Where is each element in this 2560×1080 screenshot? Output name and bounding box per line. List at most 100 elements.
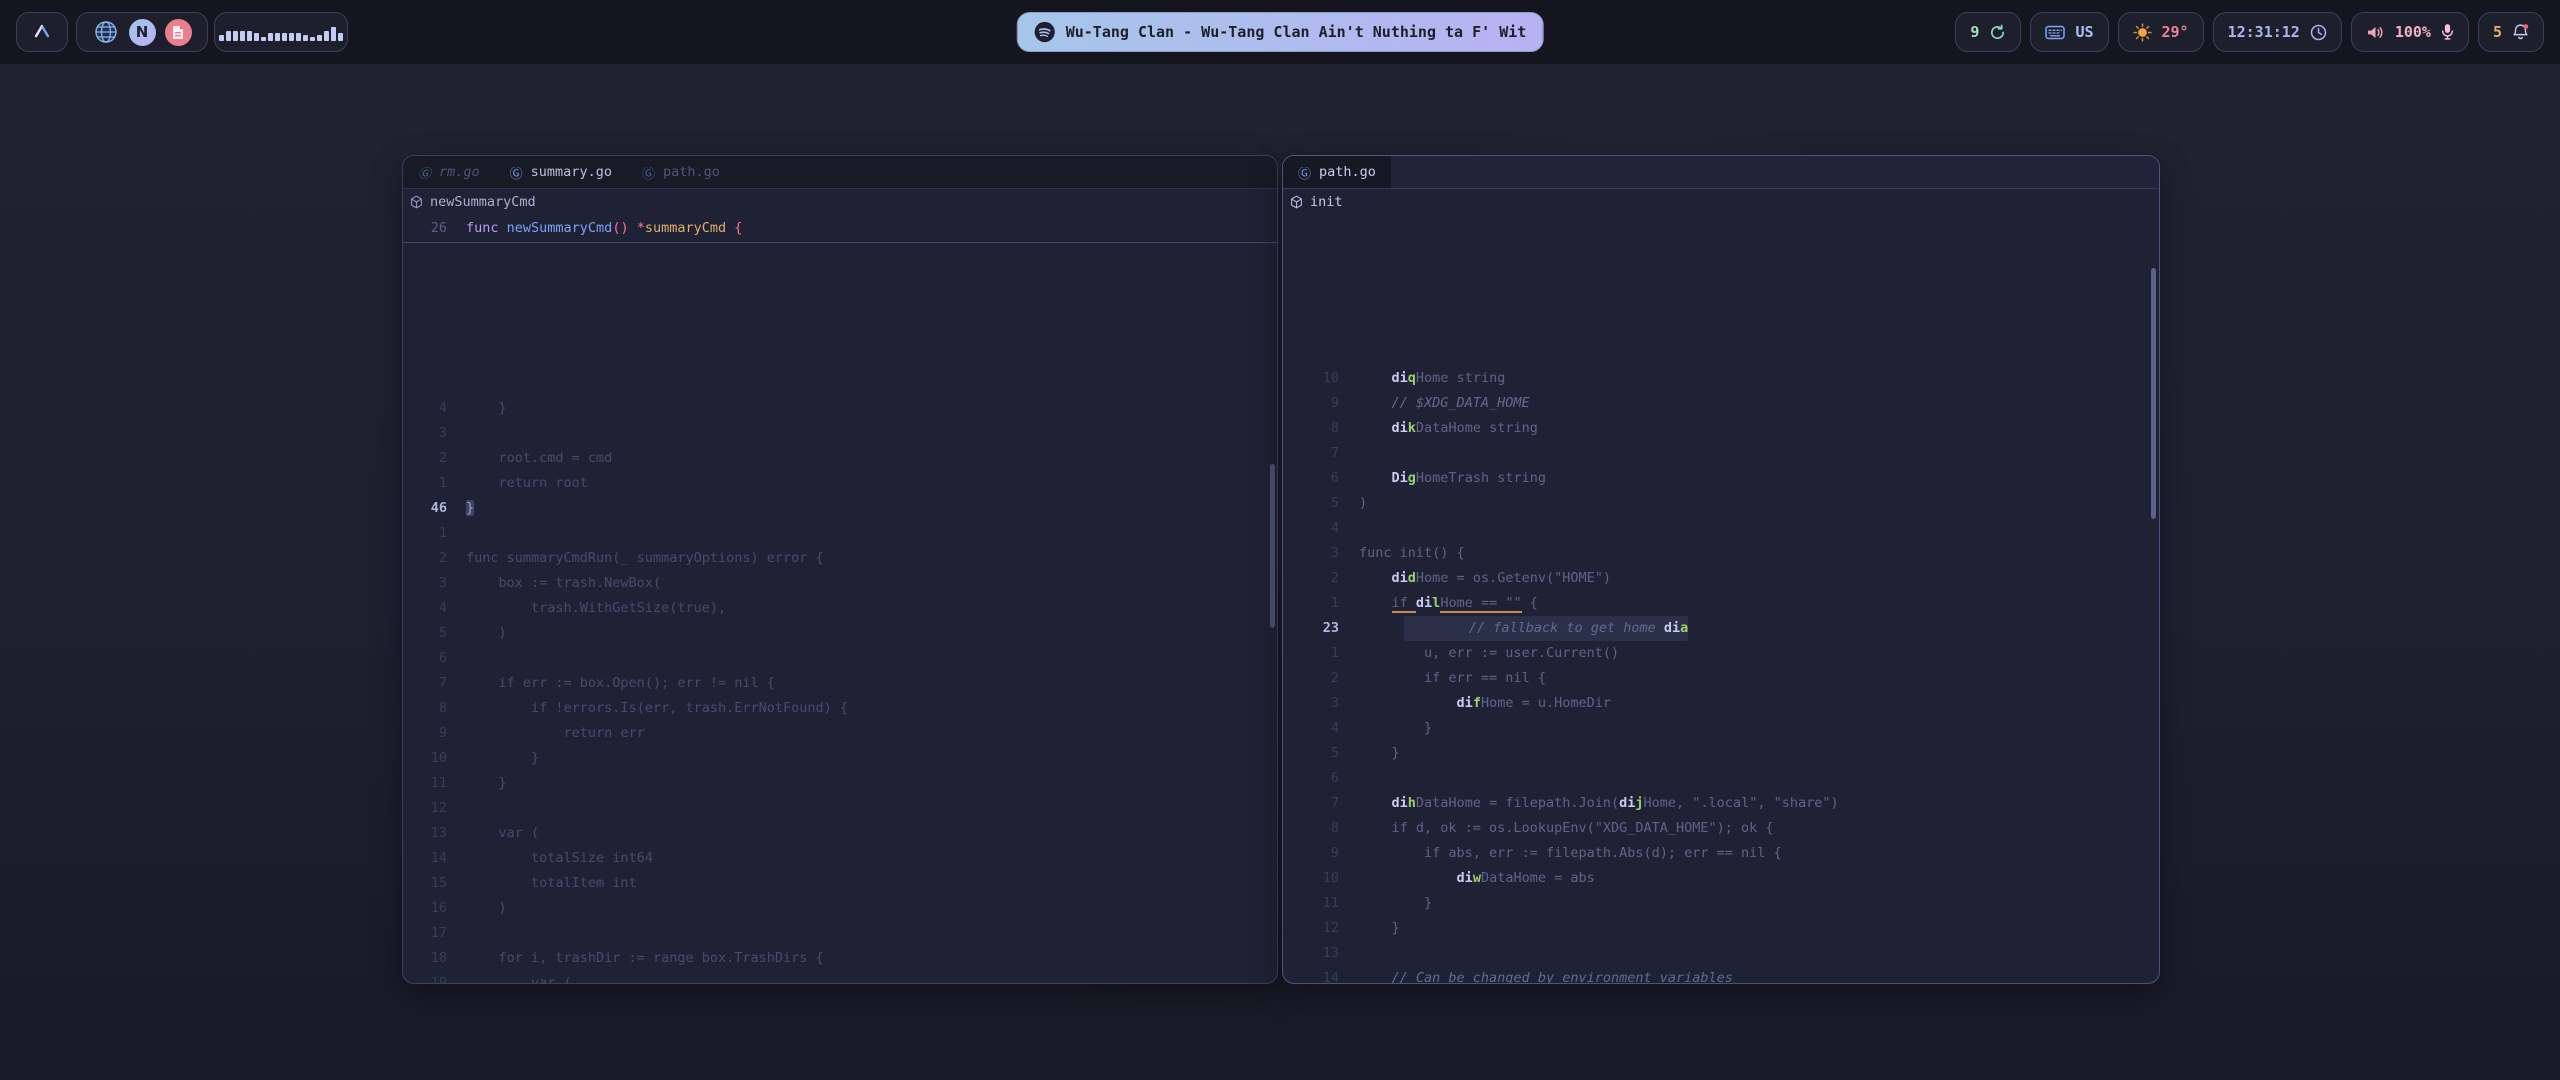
- code-line: 4 trash.WithGetSize(true),: [403, 596, 1277, 621]
- code-line: 10 }: [403, 746, 1277, 771]
- line-number: 6: [1283, 466, 1339, 491]
- line-number: 10: [1283, 366, 1339, 391]
- tab-path.go[interactable]: Ⓖpath.go: [1283, 156, 1391, 188]
- right-tabbar: Ⓖpath.go: [1283, 156, 2159, 189]
- line-number: 14: [1283, 966, 1339, 983]
- browser-app-icon[interactable]: [93, 19, 120, 46]
- code-line: 5): [1283, 491, 2159, 516]
- launcher-button[interactable]: [16, 12, 68, 52]
- volume-label: 100%: [2395, 23, 2431, 41]
- neovim-app-icon[interactable]: N: [129, 19, 156, 46]
- visualizer-bars: [219, 23, 343, 41]
- code-line: 8 dikDataHome string: [1283, 416, 2159, 441]
- keyboard-layout-widget[interactable]: US: [2030, 12, 2108, 52]
- tab-label: rm.go: [439, 164, 480, 180]
- code-line: 6: [1283, 766, 2159, 791]
- code-line: 7 if err := box.Open(); err != nil {: [403, 671, 1277, 696]
- sticky-context-line: 26func newSummaryCmd() *summaryCmd {: [403, 215, 1277, 243]
- line-number: 9: [1283, 841, 1339, 866]
- tab-summary.go[interactable]: Ⓖsummary.go: [495, 156, 627, 188]
- temperature-label: 29°: [2162, 23, 2189, 41]
- line-text: var (: [466, 971, 572, 983]
- line-text: u, err := user.Current(): [1359, 641, 1619, 666]
- visualizer-bar: [261, 37, 266, 41]
- visualizer-bar: [296, 33, 301, 41]
- line-text: totalSize int64: [466, 846, 653, 871]
- line-text: diwDataHome = abs: [1359, 866, 1595, 891]
- line-text: for i, trashDir := range box.TrashDirs {: [466, 946, 824, 971]
- line-number: 9: [403, 721, 447, 746]
- audio-widget[interactable]: 100%: [2351, 12, 2469, 52]
- line-number: 8: [1283, 816, 1339, 841]
- documents-app-icon[interactable]: [165, 19, 192, 46]
- line-text: }: [1359, 891, 1432, 916]
- clock-widget[interactable]: 12:31:12: [2213, 12, 2342, 52]
- visualizer-bar: [338, 33, 343, 41]
- line-number: 7: [403, 671, 447, 696]
- code-line: 46}: [403, 496, 1277, 521]
- code-line: 11 }: [403, 771, 1277, 796]
- line-text: diqHome string: [1359, 366, 1505, 391]
- code-line: 5 ): [403, 621, 1277, 646]
- line-text: }: [1359, 916, 1400, 941]
- code-line: 18 for i, trashDir := range box.TrashDir…: [403, 946, 1277, 971]
- updates-count: 9: [1970, 23, 1979, 41]
- line-number: 18: [403, 946, 447, 971]
- visualizer-bar: [268, 33, 273, 41]
- visualizer-bar: [219, 35, 224, 41]
- line-number: 4: [403, 396, 447, 421]
- code-line: 23 // fallback to get home dia: [1283, 616, 2159, 641]
- line-number: 23: [1283, 616, 1339, 641]
- right-code-area[interactable]: 10 diqHome string9 // $XDG_DATA_HOME8 di…: [1283, 366, 2159, 983]
- left-code-area[interactable]: 4 }32 root.cmd = cmd1 return root46}12fu…: [403, 396, 1277, 983]
- line-number: 17: [403, 921, 447, 946]
- left-scrollbar-thumb[interactable]: [1270, 464, 1275, 628]
- line-number: 3: [1283, 691, 1339, 716]
- line-text: // Can be changed by environment variabl…: [1359, 966, 1733, 983]
- line-text: func init() {: [1359, 541, 1465, 566]
- line-text: }: [466, 496, 474, 521]
- code-line: 3 box := trash.NewBox(: [403, 571, 1277, 596]
- visualizer-bar: [282, 33, 287, 41]
- audio-visualizer[interactable]: [214, 12, 348, 52]
- line-number: 7: [1283, 441, 1339, 466]
- line-number: 2: [403, 446, 447, 471]
- now-playing-title: Wu-Tang Clan - Wu-Tang Clan Ain't Nuthin…: [1066, 23, 1527, 41]
- desktop: N Wu-Tang Cla: [0, 0, 2560, 1080]
- code-line: 14 // Can be changed by environment vari…: [1283, 966, 2159, 983]
- line-text: }: [1359, 716, 1432, 741]
- now-playing-widget[interactable]: Wu-Tang Clan - Wu-Tang Clan Ain't Nuthin…: [1017, 12, 1544, 52]
- line-number: 16: [403, 896, 447, 921]
- code-line: 4 }: [1283, 716, 2159, 741]
- visualizer-bar: [254, 33, 259, 41]
- right-scrollbar-thumb[interactable]: [2151, 268, 2156, 519]
- code-line: 10 diqHome string: [1283, 366, 2159, 391]
- notifications-widget[interactable]: 5: [2478, 12, 2544, 52]
- line-number: 1: [1283, 591, 1339, 616]
- code-line: 1 return root: [403, 471, 1277, 496]
- line-number: 1: [1283, 641, 1339, 666]
- tab-rm.go[interactable]: Ⓖrm.go: [403, 156, 495, 188]
- code-line: 4: [1283, 516, 2159, 541]
- tab-label: path.go: [663, 164, 720, 180]
- updates-widget[interactable]: 9: [1955, 12, 2021, 52]
- line-number: 3: [403, 571, 447, 596]
- code-line: 4 }: [403, 396, 1277, 421]
- line-text: func newSummaryCmd() *summaryCmd {: [466, 215, 742, 241]
- line-number: 6: [1283, 766, 1339, 791]
- line-number: 8: [1283, 416, 1339, 441]
- line-text: if err := box.Open(); err != nil {: [466, 671, 775, 696]
- code-line: 8 if d, ok := os.LookupEnv("XDG_DATA_HOM…: [1283, 816, 2159, 841]
- tab-path.go[interactable]: Ⓖpath.go: [627, 156, 735, 188]
- line-number: 13: [403, 821, 447, 846]
- line-text: dihDataHome = filepath.Join(dijHome, ".l…: [1359, 791, 1839, 816]
- code-line: 2 if err == nil {: [1283, 666, 2159, 691]
- line-number: 5: [1283, 741, 1339, 766]
- go-file-icon: Ⓖ: [510, 163, 523, 182]
- code-line: 12: [403, 796, 1277, 821]
- line-number: 5: [403, 621, 447, 646]
- line-number: 3: [1283, 541, 1339, 566]
- code-line: 7 dihDataHome = filepath.Join(dijHome, "…: [1283, 791, 2159, 816]
- code-line: 11 }: [1283, 891, 2159, 916]
- weather-widget[interactable]: 29°: [2118, 12, 2204, 52]
